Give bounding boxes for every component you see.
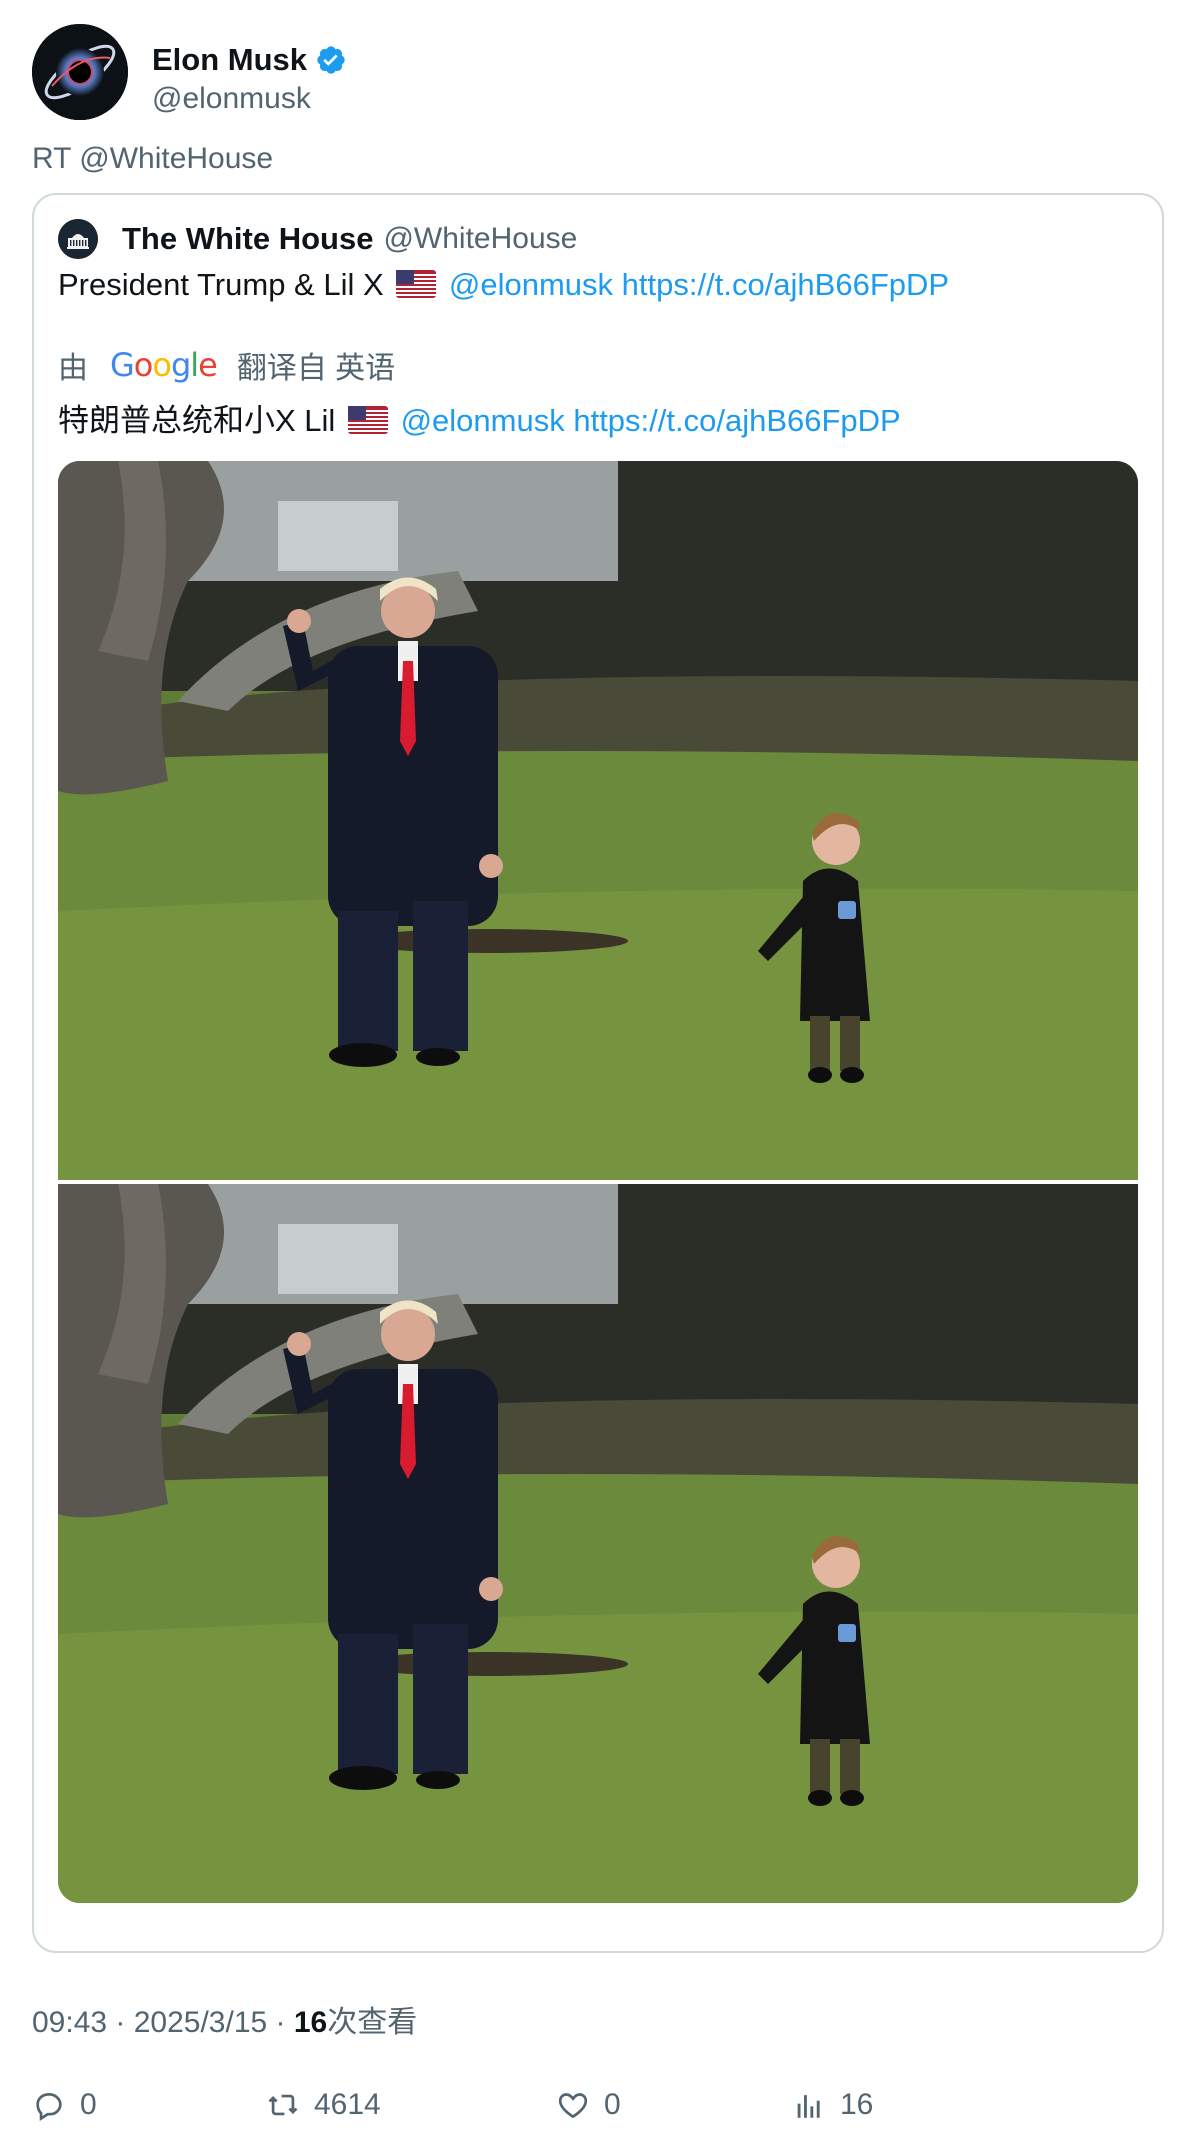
views-action-count: 16 bbox=[840, 2088, 874, 2121]
us-flag-icon bbox=[396, 270, 437, 298]
views-button[interactable]: 16 bbox=[792, 2080, 873, 2130]
quoted-tweet-card[interactable]: The White House @WhiteHouse President Tr… bbox=[32, 193, 1164, 1953]
photo-2[interactable] bbox=[58, 1184, 1138, 1903]
whitehouse-avatar[interactable] bbox=[58, 219, 98, 259]
action-bar: 0 4614 0 16 bbox=[32, 2080, 1132, 2130]
translated-mention-link[interactable]: @elonmusk bbox=[401, 403, 565, 438]
reply-count: 0 bbox=[80, 2088, 97, 2121]
tweet-timestamp[interactable]: 09:43 · 2025/3/15 · bbox=[32, 2006, 294, 2039]
url-link[interactable]: https://t.co/ajhB66FpDP bbox=[622, 267, 949, 302]
verified-badge-icon bbox=[317, 46, 345, 74]
translated-text: 特朗普总统和小X Lil @elonmusk https://t.co/ajhB… bbox=[58, 395, 901, 440]
analytics-icon bbox=[797, 2095, 820, 2118]
translation-attribution[interactable]: 由 Google 翻译自 英语 bbox=[58, 343, 395, 387]
views-count: 16 bbox=[293, 2006, 328, 2039]
media-gallery[interactable] bbox=[58, 461, 1138, 1903]
quoted-tweet-text: President Trump & Lil X @elonmusk https:… bbox=[58, 267, 949, 303]
translated-url-link[interactable]: https://t.co/ajhB66FpDP bbox=[573, 403, 900, 438]
quoted-author-name[interactable]: The White House bbox=[122, 221, 373, 257]
retweet-count: 4614 bbox=[314, 2088, 381, 2121]
author-name[interactable]: Elon Musk bbox=[152, 42, 307, 78]
retweet-icon bbox=[268, 2094, 298, 2116]
photo-1[interactable] bbox=[58, 461, 1138, 1180]
author-avatar[interactable] bbox=[32, 24, 128, 120]
heart-icon bbox=[558, 2093, 588, 2119]
reply-icon bbox=[36, 2093, 62, 2121]
author-handle[interactable]: @elonmusk bbox=[152, 82, 311, 116]
translated-text-prefix: 特朗普总统和小X Lil bbox=[58, 403, 336, 438]
quoted-tweet-header: The White House @WhiteHouse bbox=[58, 215, 577, 263]
quoted-text-prefix: President Trump & Lil X bbox=[58, 267, 384, 302]
retweet-button[interactable]: 4614 bbox=[266, 2080, 381, 2130]
like-button[interactable]: 0 bbox=[556, 2080, 621, 2130]
views-label: 次查看 bbox=[327, 2006, 418, 2039]
translated-from-label: 翻译自 英语 bbox=[236, 352, 396, 385]
quoted-author-handle[interactable]: @WhiteHouse bbox=[383, 222, 577, 256]
us-flag-icon bbox=[347, 406, 388, 434]
mention-link[interactable]: @elonmusk bbox=[449, 267, 613, 302]
tweet-meta: 09:43 · 2025/3/15 · 16次查看 bbox=[32, 1997, 417, 2041]
reply-button[interactable]: 0 bbox=[32, 2080, 97, 2130]
retweet-indicator[interactable]: RT @WhiteHouse bbox=[32, 142, 273, 176]
tweet-page: Elon Musk @elonmusk RT @WhiteHouse The W… bbox=[0, 0, 1196, 2150]
tweet-author: Elon Musk @elonmusk bbox=[32, 24, 1132, 120]
like-count: 0 bbox=[604, 2088, 621, 2121]
translated-by-label: 由 bbox=[58, 352, 88, 385]
google-logo: Google bbox=[110, 346, 218, 384]
